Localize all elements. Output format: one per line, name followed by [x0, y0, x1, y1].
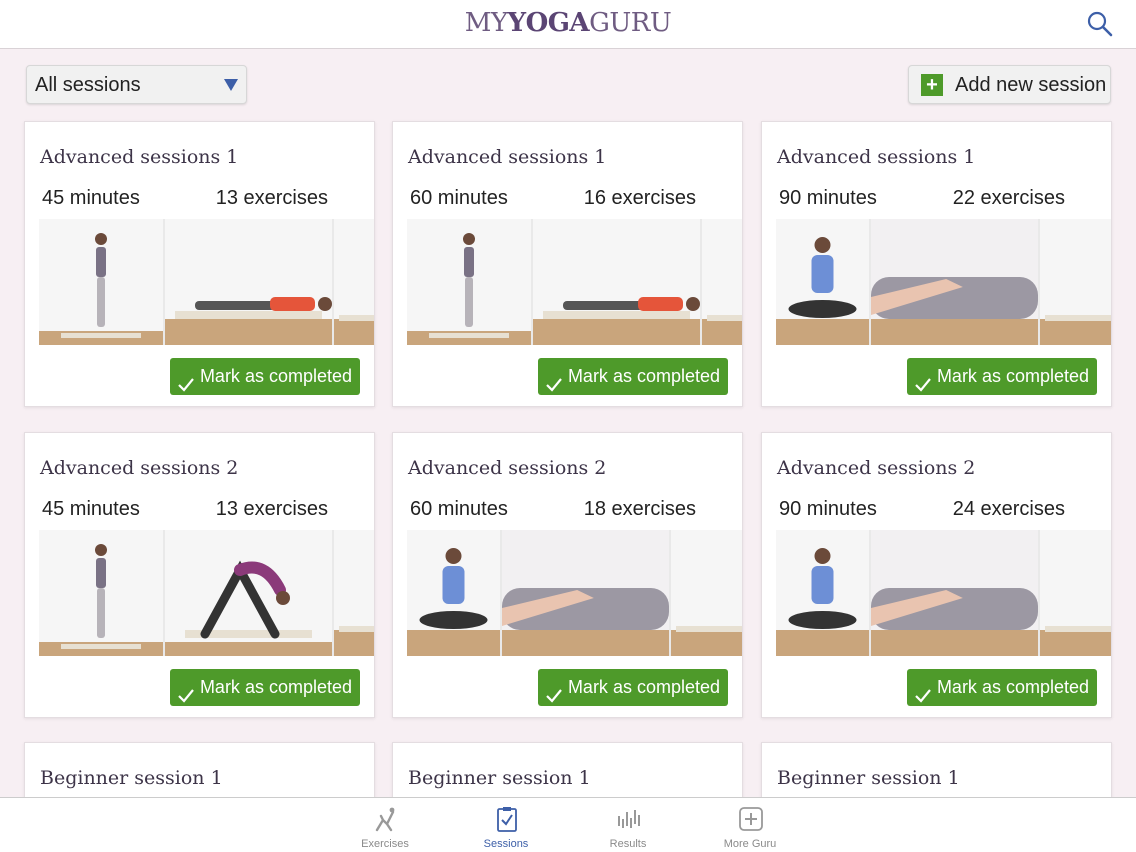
dropdown-arrow-icon: [224, 78, 238, 96]
session-title: Advanced sessions 2: [408, 457, 607, 479]
app-logo: MYYOGAGURU: [0, 8, 1136, 38]
session-title: Beginner session 1: [408, 767, 591, 789]
session-filter-select[interactable]: All sessions: [26, 65, 247, 104]
bottom-tab-bar: Exercises Sessions Results More Guru: [0, 797, 1136, 852]
mark-as-completed-label: Mark as completed: [567, 677, 720, 697]
exercise-thumbnails: [39, 530, 374, 656]
clipboard-check-icon: [494, 806, 520, 832]
session-title: Beginner session 1: [777, 767, 960, 789]
mark-as-completed-button[interactable]: Mark as completed: [169, 358, 360, 395]
mark-as-completed-button[interactable]: Mark as completed: [906, 669, 1097, 706]
exercise-thumbnails: [776, 530, 1111, 656]
session-title: Advanced sessions 2: [777, 457, 976, 479]
yoga-pose-icon: [373, 806, 399, 832]
session-card[interactable]: Advanced sessions 2 90 minutes 24 exercise…: [761, 432, 1112, 718]
standing-pose-thumbnail: [407, 219, 531, 345]
mark-as-completed-label: Mark as completed: [936, 366, 1089, 386]
lying-pose-thumbnail: [533, 219, 700, 345]
session-title: Advanced sessions 1: [777, 146, 976, 168]
mark-as-completed-label: Mark as completed: [199, 677, 352, 697]
mark-as-completed-button[interactable]: Mark as completed: [169, 669, 360, 706]
session-title: Advanced sessions 1: [408, 146, 607, 168]
mark-as-completed-button[interactable]: Mark as completed: [906, 358, 1097, 395]
tab-results-label: Results: [609, 838, 647, 850]
partial-thumbnail: [1040, 219, 1111, 345]
session-card[interactable]: Advanced sessions 1 60 minutes 16 exercise…: [392, 121, 743, 407]
logo-part-my: MY: [464, 8, 508, 38]
checkmark-icon: [178, 368, 194, 405]
seated-pose-thumbnail: [776, 219, 869, 345]
checkmark-icon: [915, 679, 931, 716]
session-exercise-count: 13 exercises: [215, 187, 328, 209]
standing-pose-thumbnail: [39, 530, 163, 656]
mark-as-completed-label: Mark as completed: [936, 677, 1089, 697]
session-title: Beginner session 1: [40, 767, 223, 789]
mark-as-completed-button[interactable]: Mark as completed: [537, 669, 728, 706]
checkmark-icon: [546, 368, 562, 405]
session-duration: 45 minutes: [42, 498, 140, 520]
closeup-pose-thumbnail: [502, 530, 669, 656]
session-filter-value: All sessions: [35, 74, 141, 96]
session-title: Advanced sessions 2: [40, 457, 239, 479]
add-new-session-label: Add new session: [955, 74, 1107, 96]
standing-pose-thumbnail: [39, 219, 163, 345]
session-exercise-count: 22 exercises: [952, 187, 1065, 209]
seated-pose-thumbnail: [407, 530, 500, 656]
exercise-thumbnails: [407, 219, 742, 345]
tab-more-guru[interactable]: More Guru: [700, 798, 800, 852]
session-duration: 60 minutes: [410, 187, 508, 209]
exercise-thumbnails: [407, 530, 742, 656]
session-exercise-count: 13 exercises: [215, 498, 328, 520]
session-exercise-count: 18 exercises: [583, 498, 696, 520]
session-duration: 90 minutes: [779, 498, 877, 520]
tab-results[interactable]: Results: [578, 798, 678, 852]
partial-thumbnail: [1040, 530, 1111, 656]
plus-box-icon: [738, 806, 764, 832]
search-icon[interactable]: [1086, 10, 1114, 38]
partial-thumbnail: [702, 219, 742, 345]
exercise-thumbnails: [776, 219, 1111, 345]
mark-as-completed-label: Mark as completed: [199, 366, 352, 386]
session-duration: 45 minutes: [42, 187, 140, 209]
session-exercise-count: 24 exercises: [952, 498, 1065, 520]
session-title: Advanced sessions 1: [40, 146, 239, 168]
logo-part-yoga: YOGA: [507, 8, 590, 38]
bar-chart-icon: [616, 806, 642, 832]
add-new-session-button[interactable]: + Add new session: [908, 65, 1111, 104]
mark-as-completed-button[interactable]: Mark as completed: [537, 358, 728, 395]
mark-as-completed-label: Mark as completed: [567, 366, 720, 386]
lying-pose-thumbnail: [165, 219, 332, 345]
closeup-pose-thumbnail: [871, 219, 1038, 345]
tab-more-guru-label: More Guru: [723, 838, 777, 850]
partial-thumbnail: [334, 219, 374, 345]
logo-part-guru: GURU: [589, 8, 672, 38]
session-card[interactable]: Advanced sessions 1 90 minutes 22 exercise…: [761, 121, 1112, 407]
checkmark-icon: [915, 368, 931, 405]
exercise-thumbnails: [39, 219, 374, 345]
partial-thumbnail: [334, 530, 374, 656]
forward-bend-thumbnail: [165, 530, 332, 656]
plus-icon: +: [921, 74, 943, 96]
session-duration: 90 minutes: [779, 187, 877, 209]
tab-exercises-label: Exercises: [361, 838, 409, 850]
session-duration: 60 minutes: [410, 498, 508, 520]
checkmark-icon: [178, 679, 194, 716]
closeup-pose-thumbnail: [871, 530, 1038, 656]
tab-sessions-label: Sessions: [483, 838, 529, 850]
session-card[interactable]: Advanced sessions 2 45 minutes 13 exercise…: [24, 432, 375, 718]
app-header: MYYOGAGURU: [0, 0, 1136, 49]
partial-thumbnail: [671, 530, 742, 656]
checkmark-icon: [546, 679, 562, 716]
session-exercise-count: 16 exercises: [583, 187, 696, 209]
session-card[interactable]: Advanced sessions 1 45 minutes 13 exercise…: [24, 121, 375, 407]
seated-pose-thumbnail: [776, 530, 869, 656]
session-card[interactable]: Advanced sessions 2 60 minutes 18 exercise…: [392, 432, 743, 718]
tab-sessions[interactable]: Sessions: [456, 798, 556, 852]
tab-exercises[interactable]: Exercises: [335, 798, 435, 852]
